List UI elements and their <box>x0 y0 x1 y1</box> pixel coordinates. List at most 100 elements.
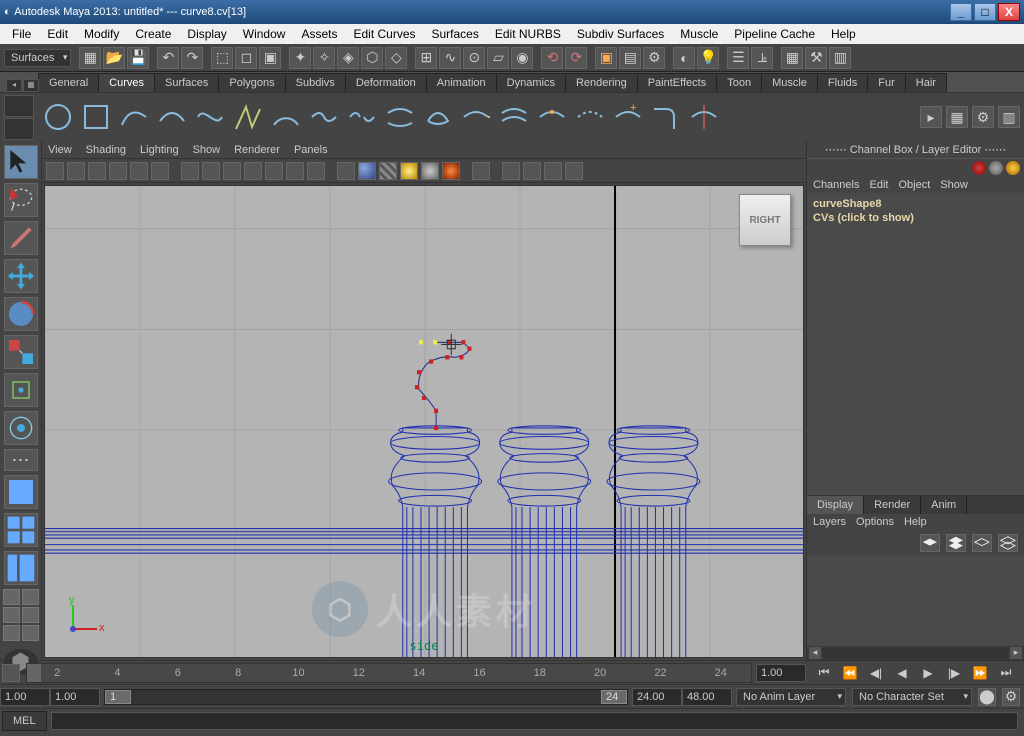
snap-point-icon[interactable]: ⊙ <box>463 47 485 69</box>
timeline-track[interactable]: 24681012141618202224 <box>26 663 752 683</box>
outliner-icon[interactable]: ☰ <box>727 47 749 69</box>
curve-fillet-icon[interactable] <box>650 101 682 133</box>
menu-surfaces[interactable]: Surfaces <box>424 25 487 43</box>
shelf-tab-fur[interactable]: Fur <box>867 73 906 92</box>
attach-curve-icon[interactable] <box>308 101 340 133</box>
shelf-tab-curves[interactable]: Curves <box>98 73 155 92</box>
snap-grid-icon[interactable]: ⊞ <box>415 47 437 69</box>
step-fwd-key-icon[interactable]: |▶ <box>944 665 964 681</box>
channel-menu-object[interactable]: Object <box>898 179 930 191</box>
tool-opt-toggle-icon[interactable]: ⚙ <box>972 106 994 128</box>
maximize-button[interactable]: □ <box>974 3 996 21</box>
mask-4-icon[interactable]: ⬡ <box>361 47 383 69</box>
shelf-tab-fluids[interactable]: Fluids <box>817 73 868 92</box>
channel-box-icon[interactable]: ▥ <box>829 47 851 69</box>
shelf-tab-polygons[interactable]: Polygons <box>218 73 285 92</box>
shelf-tab-subdivs[interactable]: Subdivs <box>285 73 346 92</box>
circle-curve-icon[interactable] <box>42 101 74 133</box>
pencil-curve-icon[interactable] <box>232 101 264 133</box>
square-curve-icon[interactable] <box>80 101 112 133</box>
range-track[interactable]: 1 24 <box>104 689 628 705</box>
scale-tool-icon[interactable] <box>4 335 38 369</box>
layer-up-icon[interactable] <box>946 534 966 552</box>
channel-menu-show[interactable]: Show <box>940 179 968 191</box>
last-tool-icon[interactable]: ⋯ <box>4 449 38 471</box>
mode-dropdown[interactable]: Surfaces <box>4 49 71 67</box>
construction-icon[interactable]: ⟳ <box>565 47 587 69</box>
mask-1-icon[interactable]: ✦ <box>289 47 311 69</box>
offset-curve-icon[interactable] <box>498 101 530 133</box>
safe-title-icon[interactable] <box>307 162 325 180</box>
soft-mod-tool-icon[interactable] <box>4 411 38 445</box>
command-input[interactable] <box>51 712 1018 730</box>
shelf-tab-hair[interactable]: Hair <box>905 73 947 92</box>
light-icon[interactable]: 💡 <box>697 47 719 69</box>
play-forward-icon[interactable]: ▶ <box>918 665 938 681</box>
graph-icon[interactable]: ⫡ <box>751 47 773 69</box>
range-end-in-field[interactable] <box>632 688 682 706</box>
gate-mask-icon[interactable] <box>244 162 262 180</box>
tool-settings-icon[interactable]: ⚒ <box>805 47 827 69</box>
isolate-icon[interactable] <box>472 162 490 180</box>
cvs-expand[interactable]: CVs (click to show) <box>813 211 1018 225</box>
view-menu-view[interactable]: View <box>48 144 72 156</box>
cut-curve-icon[interactable] <box>688 101 720 133</box>
snap-curve-icon[interactable]: ∿ <box>439 47 461 69</box>
layer-menu-help[interactable]: Help <box>904 516 927 528</box>
scroll-right-icon[interactable]: ▸ <box>1010 647 1022 659</box>
menu-subdiv[interactable]: Subdiv Surfaces <box>569 25 672 43</box>
new-scene-icon[interactable]: ▦ <box>79 47 101 69</box>
shelf-edit-icon[interactable] <box>4 95 34 117</box>
timeline-toggle-icon[interactable] <box>2 664 20 682</box>
viewcube[interactable]: RIGHT <box>739 194 791 246</box>
shelf-tab-dynamics[interactable]: Dynamics <box>496 73 566 92</box>
menu-muscle[interactable]: Muscle <box>672 25 726 43</box>
xray-joints-icon[interactable] <box>523 162 541 180</box>
render-icon[interactable]: ▣ <box>595 47 617 69</box>
shelf-tab-animation[interactable]: Animation <box>426 73 497 92</box>
light-default-icon[interactable] <box>421 162 439 180</box>
manipulator-tool-icon[interactable] <box>4 373 38 407</box>
layer-menu-options[interactable]: Options <box>856 516 894 528</box>
image-plane-icon[interactable] <box>109 162 127 180</box>
shadows-icon[interactable] <box>442 162 460 180</box>
menu-file[interactable]: File <box>4 25 39 43</box>
view-menu-shading[interactable]: Shading <box>86 144 126 156</box>
layer-down-icon[interactable] <box>998 534 1018 552</box>
shelf-tab-muscle[interactable]: Muscle <box>761 73 818 92</box>
shelf-tab-painteffects[interactable]: PaintEffects <box>637 73 718 92</box>
rotate-tool-icon[interactable] <box>4 297 38 331</box>
ipr-icon[interactable]: ▤ <box>619 47 641 69</box>
insert-knot-icon[interactable] <box>536 101 568 133</box>
manipulator-gray-icon[interactable] <box>989 161 1003 175</box>
render-settings-icon[interactable]: ⚙ <box>643 47 665 69</box>
range-bar-start[interactable]: 1 <box>105 690 131 704</box>
view-menu-renderer[interactable]: Renderer <box>234 144 280 156</box>
exposure-icon[interactable] <box>544 162 562 180</box>
arc-curve-icon[interactable] <box>270 101 302 133</box>
node-name[interactable]: curveShape8 <box>813 197 1018 211</box>
xray-icon[interactable] <box>502 162 520 180</box>
rebuild-curve-icon[interactable] <box>574 101 606 133</box>
light-all-icon[interactable] <box>400 162 418 180</box>
menu-window[interactable]: Window <box>235 25 294 43</box>
safe-action-icon[interactable] <box>286 162 304 180</box>
manipulator-red-icon[interactable] <box>972 161 986 175</box>
grease-pencil-icon[interactable] <box>151 162 169 180</box>
hypershade-icon[interactable]: ◐ <box>673 47 695 69</box>
snap-plane-icon[interactable]: ▱ <box>487 47 509 69</box>
menu-display[interactable]: Display <box>179 25 234 43</box>
align-curve-icon[interactable] <box>384 101 416 133</box>
scroll-left-icon[interactable]: ◂ <box>809 647 821 659</box>
channel-content[interactable]: curveShape8 CVs (click to show) <box>807 193 1024 495</box>
menu-pipeline[interactable]: Pipeline Cache <box>726 25 823 43</box>
menu-assets[interactable]: Assets <box>293 25 345 43</box>
2d-pan-icon[interactable] <box>130 162 148 180</box>
cv-curve-icon[interactable] <box>156 101 188 133</box>
four-view-icon[interactable] <box>4 513 38 547</box>
extend-curve-icon[interactable] <box>460 101 492 133</box>
chbox-toggle-icon[interactable]: ▥ <box>998 106 1020 128</box>
anim-layer-dropdown[interactable]: No Anim Layer <box>736 688 846 706</box>
play-back-icon[interactable]: ◀ <box>892 665 912 681</box>
channel-menu-channels[interactable]: Channels <box>813 179 859 191</box>
